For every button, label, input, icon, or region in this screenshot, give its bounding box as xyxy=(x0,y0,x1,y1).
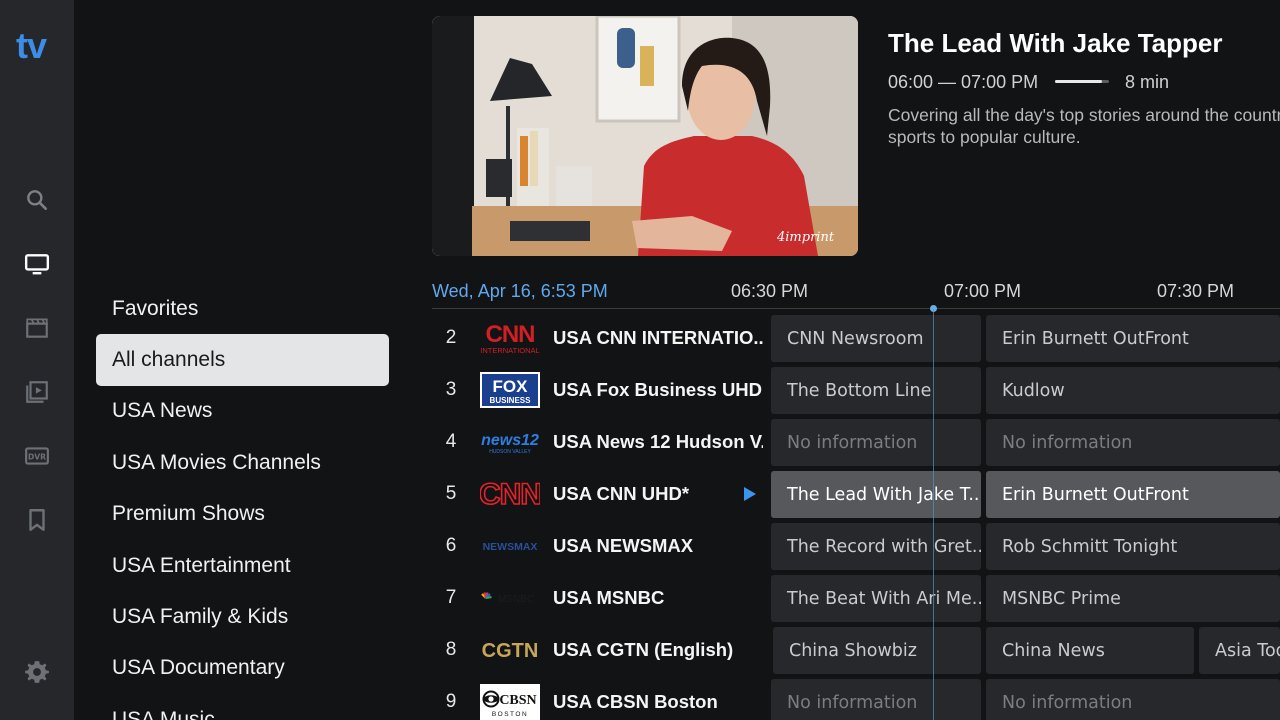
dvr-icon[interactable]: DVR xyxy=(22,441,52,471)
channel-name: USA CNN INTERNATIO.. xyxy=(553,327,763,348)
news12-logo: news12 HUDSON VALLEY xyxy=(480,424,540,460)
channel-number: 4 xyxy=(445,431,457,452)
channel-name: USA CBSN Boston xyxy=(553,691,718,712)
svg-text:NEWSMAX: NEWSMAX xyxy=(483,541,538,553)
svg-text:FOX: FOX xyxy=(493,377,529,396)
svg-text:CBSN: CBSN xyxy=(499,693,536,708)
program-cell[interactable]: Rob Schmitt Tonight xyxy=(986,523,1280,570)
channel-row[interactable]: 9 CBSN BOSTON USA CBSN Boston No informat… xyxy=(432,676,1280,720)
category-usa-documentary[interactable]: USA Documentary xyxy=(96,643,389,694)
category-usa-news[interactable]: USA News xyxy=(96,386,389,437)
program-description-line-2: sports to popular culture. xyxy=(888,127,1081,147)
program-cell[interactable]: No information xyxy=(986,679,1280,720)
dvr-label: DVR xyxy=(28,452,46,461)
time-tick-0700: 07:00 PM xyxy=(944,281,1022,301)
channel-name: USA MSNBC xyxy=(553,587,665,608)
program-remaining-time: 8 min xyxy=(1125,72,1170,92)
program-cell[interactable]: The Record with Gret... xyxy=(771,523,981,570)
program-time-range: 06:00 — 07:00 PM xyxy=(888,72,1039,92)
category-list: Favorites All channels USA News USA Movi… xyxy=(96,283,389,720)
svg-text:INTERNATIONAL: INTERNATIONAL xyxy=(480,346,539,355)
program-progress-fill xyxy=(1055,80,1102,83)
svg-text:news12: news12 xyxy=(481,432,539,449)
channel-row-playing[interactable]: 5 CNN USA CNN UHD* The Lead With Jake T.… xyxy=(432,468,1280,520)
cnn-logo: CNN xyxy=(480,476,540,512)
bookmark-icon[interactable] xyxy=(22,505,52,535)
video-library-icon[interactable] xyxy=(22,377,52,407)
svg-text:BOSTON: BOSTON xyxy=(492,711,528,718)
program-cell[interactable]: Erin Burnett OutFront xyxy=(986,315,1280,362)
program-cell[interactable]: Kudlow xyxy=(986,367,1280,414)
channel-number: 3 xyxy=(445,379,457,400)
video-preview[interactable]: 4imprint xyxy=(432,16,858,256)
channel-row[interactable]: 2 CNN INTERNATIONAL USA CNN INTERNATIO.. … xyxy=(432,312,1280,364)
category-usa-music[interactable]: USA Music xyxy=(96,694,389,720)
channel-number: 5 xyxy=(445,483,457,504)
channel-row[interactable]: 8 CGTN USA CGTN (English) China Showbiz … xyxy=(432,624,1280,676)
channel-row[interactable]: 3 FOX BUSINESS USA Fox Business UHD The B… xyxy=(432,364,1280,416)
search-icon[interactable] xyxy=(22,185,52,215)
program-cell[interactable]: The Bottom Line xyxy=(771,367,981,414)
svg-text:MSNBC: MSNBC xyxy=(498,594,534,605)
movie-clapper-icon[interactable] xyxy=(22,313,52,343)
channel-number: 2 xyxy=(445,327,457,348)
program-cell[interactable]: Erin Burnett OutFront xyxy=(986,471,1280,518)
program-cell[interactable]: The Beat With Ari Me... xyxy=(771,575,981,622)
program-description: Covering all the day's top stories aroun… xyxy=(888,104,1280,152)
channel-number: 7 xyxy=(445,587,457,608)
program-cell[interactable]: No information xyxy=(771,419,981,466)
time-tick-0630: 06:30 PM xyxy=(731,281,809,301)
tv-icon[interactable] xyxy=(22,249,52,279)
channel-name: USA Fox Business UHD xyxy=(553,379,763,400)
program-cell[interactable]: China News xyxy=(986,627,1194,674)
preview-watermark: 4imprint xyxy=(776,230,835,245)
cgtn-logo: CGTN xyxy=(480,632,540,668)
now-indicator-line xyxy=(933,309,934,720)
cbsn-boston-logo: CBSN BOSTON xyxy=(480,684,540,720)
now-playing-icon xyxy=(744,487,756,501)
channel-row[interactable]: 4 news12 HUDSON VALLEY USA News 12 Hudson… xyxy=(432,416,1280,468)
svg-text:HUDSON VALLEY: HUDSON VALLEY xyxy=(489,449,531,455)
channel-name: USA CGTN (English) xyxy=(553,639,734,660)
category-all-channels[interactable]: All channels xyxy=(96,334,389,386)
program-cell[interactable]: No information xyxy=(986,419,1280,466)
program-cell[interactable]: No information xyxy=(771,679,981,720)
program-title: The Lead With Jake Tapper xyxy=(888,28,1223,58)
category-usa-entertainment[interactable]: USA Entertainment xyxy=(96,540,389,591)
category-premium-shows[interactable]: Premium Shows xyxy=(96,489,389,540)
program-cell[interactable]: MSNBC Prime xyxy=(986,575,1280,622)
channel-number: 8 xyxy=(445,639,457,660)
category-usa-movies-channels[interactable]: USA Movies Channels xyxy=(96,437,389,488)
app-logo[interactable]: tv xyxy=(16,28,47,64)
msnbc-logo: MSNBC xyxy=(480,580,540,616)
timeline-divider xyxy=(432,308,1280,309)
category-usa-family-kids[interactable]: USA Family & Kids xyxy=(96,591,389,642)
channel-row[interactable]: 6 NEWSMAX USA NEWSMAX The Record with Gr… xyxy=(432,520,1280,572)
cnn-international-logo: CNN INTERNATIONAL xyxy=(480,320,540,356)
nav-rail: tv DVR xyxy=(0,0,74,720)
channel-number: 9 xyxy=(445,691,457,712)
program-progress-bar xyxy=(1055,80,1109,83)
channel-name: USA NEWSMAX xyxy=(553,535,694,556)
guide-date-time: Wed, Apr 16, 6:53 PM xyxy=(432,281,608,301)
channel-number: 6 xyxy=(445,535,457,556)
channel-name: USA CNN UHD* xyxy=(553,483,690,504)
category-favorites[interactable]: Favorites xyxy=(96,283,389,334)
settings-gear-icon[interactable] xyxy=(22,657,52,687)
svg-text:CGTN: CGTN xyxy=(482,640,539,662)
program-description-line-1: Covering all the day's top stories aroun… xyxy=(888,105,1280,125)
svg-text:BUSINESS: BUSINESS xyxy=(490,396,532,405)
time-tick-0730: 07:30 PM xyxy=(1157,281,1235,301)
svg-text:CNN: CNN xyxy=(480,478,540,511)
program-cell[interactable]: Asia Today xyxy=(1199,627,1280,674)
program-cell[interactable]: CNN Newsroom xyxy=(771,315,981,362)
newsmax-logo: NEWSMAX xyxy=(480,528,540,564)
program-cell[interactable]: China Showbiz xyxy=(773,627,981,674)
fox-business-logo: FOX BUSINESS xyxy=(480,372,540,408)
program-cell-current[interactable]: The Lead With Jake T... xyxy=(771,471,981,518)
channel-row[interactable]: 7 MSNBC USA MSNBC The Beat With Ari Me..… xyxy=(432,572,1280,624)
channel-name: USA News 12 Hudson V.. xyxy=(553,431,763,452)
svg-text:CNN: CNN xyxy=(486,321,535,348)
